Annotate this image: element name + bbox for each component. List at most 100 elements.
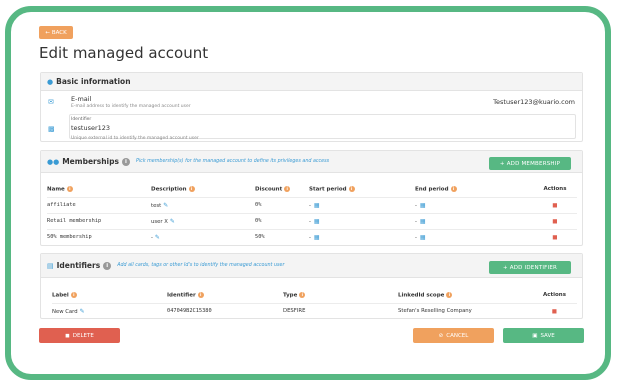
plus-icon: + [502, 264, 508, 271]
save-button[interactable]: ▣ SAVE [503, 328, 584, 343]
membership-end: - ▦ [415, 228, 533, 245]
table-row: New Card ✎ 047049B2C15380 DESFIRE Stefan'… [52, 302, 577, 319]
table-row: Retail membership user X ✎ 0% - ▦ - ▦ ◼ [47, 212, 577, 229]
table-row: 50% membership - ✎ 50% - ▦ - ▦ ◼ [47, 228, 577, 245]
trash-icon[interactable]: ◼ [552, 307, 557, 315]
row-actions: ◼ [533, 212, 577, 229]
column-header: LinkedId scope i [398, 287, 532, 303]
info-icon: i [70, 291, 77, 298]
edit-icon[interactable]: ✎ [170, 218, 175, 225]
membership-description: - ✎ [151, 228, 255, 245]
identifier-scope-cell: Stefan's Reselling Company [398, 302, 532, 319]
add-identifier-label: ADD IDENTIFIER [509, 264, 558, 271]
add-identifier-button[interactable]: + ADD IDENTIFIER [489, 261, 571, 274]
row-actions: ◼ [533, 228, 577, 245]
table-header-row: Name i Description i Discount i Start perio… [47, 181, 577, 197]
delete-button[interactable]: ◼ DELETE [39, 328, 120, 343]
table-row: affiliate test ✎ 0% - ▦ - ▦ ◼ [47, 196, 577, 213]
info-icon: i [450, 185, 457, 192]
info-icon: i [348, 185, 355, 192]
column-header: Identifier i [167, 287, 283, 303]
back-label: BACK [51, 29, 67, 36]
trash-icon[interactable]: ◼ [552, 201, 557, 209]
identifier-value[interactable]: testuser123 [71, 124, 110, 132]
column-header: End period i [415, 181, 533, 197]
membership-discount: 50% [255, 228, 309, 245]
trash-icon: ◼ [65, 332, 70, 339]
info-icon: i [299, 291, 306, 298]
identifier-value-cell: 047049B2C15380 [167, 302, 283, 319]
membership-description: user X ✎ [151, 212, 255, 229]
identifier-help: Unique external id to identify the manag… [71, 136, 199, 141]
add-membership-label: ADD MEMBERSHIP [506, 160, 561, 167]
column-header: Start period i [309, 181, 415, 197]
list-icon: ▤ [47, 261, 54, 270]
identifiers-table: Label i Identifier i Type i LinkedId scope i… [52, 287, 577, 319]
edit-icon[interactable]: ✎ [80, 308, 85, 315]
membership-start: - ▦ [309, 228, 415, 245]
identifiers-card: ▤ Identifiers i Add all cards, tags or o… [40, 253, 583, 319]
column-header: Name i [47, 181, 151, 197]
info-icon: i [446, 291, 453, 298]
memberships-table: Name i Description i Discount i Start perio… [47, 181, 577, 245]
info-icon: i [66, 185, 73, 192]
floppy-icon: ▣ [532, 332, 538, 339]
info-icon[interactable]: i [121, 157, 130, 166]
memberships-title: Memberships [62, 157, 119, 166]
row-actions: ◼ [533, 196, 577, 213]
membership-end: - ▦ [415, 196, 533, 213]
cancel-button[interactable]: ⊘ CANCEL [413, 328, 494, 343]
edit-icon[interactable]: ✎ [163, 202, 168, 209]
basic-information-header: ● Basic information [41, 73, 582, 91]
membership-discount: 0% [255, 212, 309, 229]
add-membership-button[interactable]: + ADD MEMBERSHIP [489, 157, 571, 170]
column-header: Discount i [255, 181, 309, 197]
calendar-icon[interactable]: ▦ [420, 202, 426, 209]
info-icon: i [188, 185, 195, 192]
memberships-hint: Pick membership(s) for the managed accou… [135, 159, 330, 164]
save-label: SAVE [540, 332, 555, 339]
identifiers-hint: Add all cards, tags or other Id's to ide… [117, 263, 285, 268]
cancel-icon: ⊘ [438, 332, 444, 339]
membership-start: - ▦ [309, 212, 415, 229]
calendar-icon[interactable]: ▦ [314, 218, 320, 225]
memberships-card: ●● Memberships i Pick membership(s) for … [40, 150, 583, 246]
back-button[interactable]: ← BACK [39, 26, 73, 39]
basic-information-title: Basic information [56, 77, 131, 86]
id-card-icon: ▩ [48, 125, 55, 133]
column-header: Label i [52, 287, 167, 303]
membership-discount: 0% [255, 196, 309, 213]
envelope-icon: ✉ [48, 98, 54, 106]
membership-start: - ▦ [309, 196, 415, 213]
column-header: Type i [283, 287, 398, 303]
identifier-type-cell: DESFIRE [283, 302, 398, 319]
identifiers-title: Identifiers [56, 261, 101, 270]
email-help: E-mail address to identify the managed a… [71, 104, 191, 109]
info-icon: i [197, 291, 204, 298]
delete-label: DELETE [72, 332, 94, 339]
calendar-icon[interactable]: ▦ [420, 234, 426, 241]
info-icon[interactable]: i [103, 261, 112, 270]
calendar-icon[interactable]: ▦ [420, 218, 426, 225]
info-icon: i [284, 185, 291, 192]
column-header: Description i [151, 181, 255, 197]
trash-icon[interactable]: ◼ [552, 217, 557, 225]
calendar-icon[interactable]: ▦ [314, 234, 320, 241]
edit-icon[interactable]: ✎ [155, 234, 160, 241]
identifier-label: Identifier [71, 117, 92, 122]
plus-icon: + [499, 160, 505, 167]
column-header: Actions [543, 185, 567, 192]
basic-information-card: ● Basic information ✉ E-mail E-mail addr… [40, 72, 583, 142]
email-label: E-mail [71, 95, 92, 103]
trash-icon[interactable]: ◼ [552, 233, 557, 241]
table-header-row: Label i Identifier i Type i LinkedId scope i… [52, 287, 577, 303]
arrow-left-icon: ← [45, 29, 50, 36]
row-actions: ◼ [532, 302, 577, 319]
membership-name: Retail membership [47, 212, 151, 229]
cancel-label: CANCEL [446, 332, 469, 339]
email-value[interactable]: Testuser123@kuario.com [493, 98, 575, 106]
users-icon: ●● [47, 157, 60, 166]
calendar-icon[interactable]: ▦ [314, 202, 320, 209]
user-icon: ● [47, 77, 54, 86]
column-header: Actions [543, 291, 566, 298]
